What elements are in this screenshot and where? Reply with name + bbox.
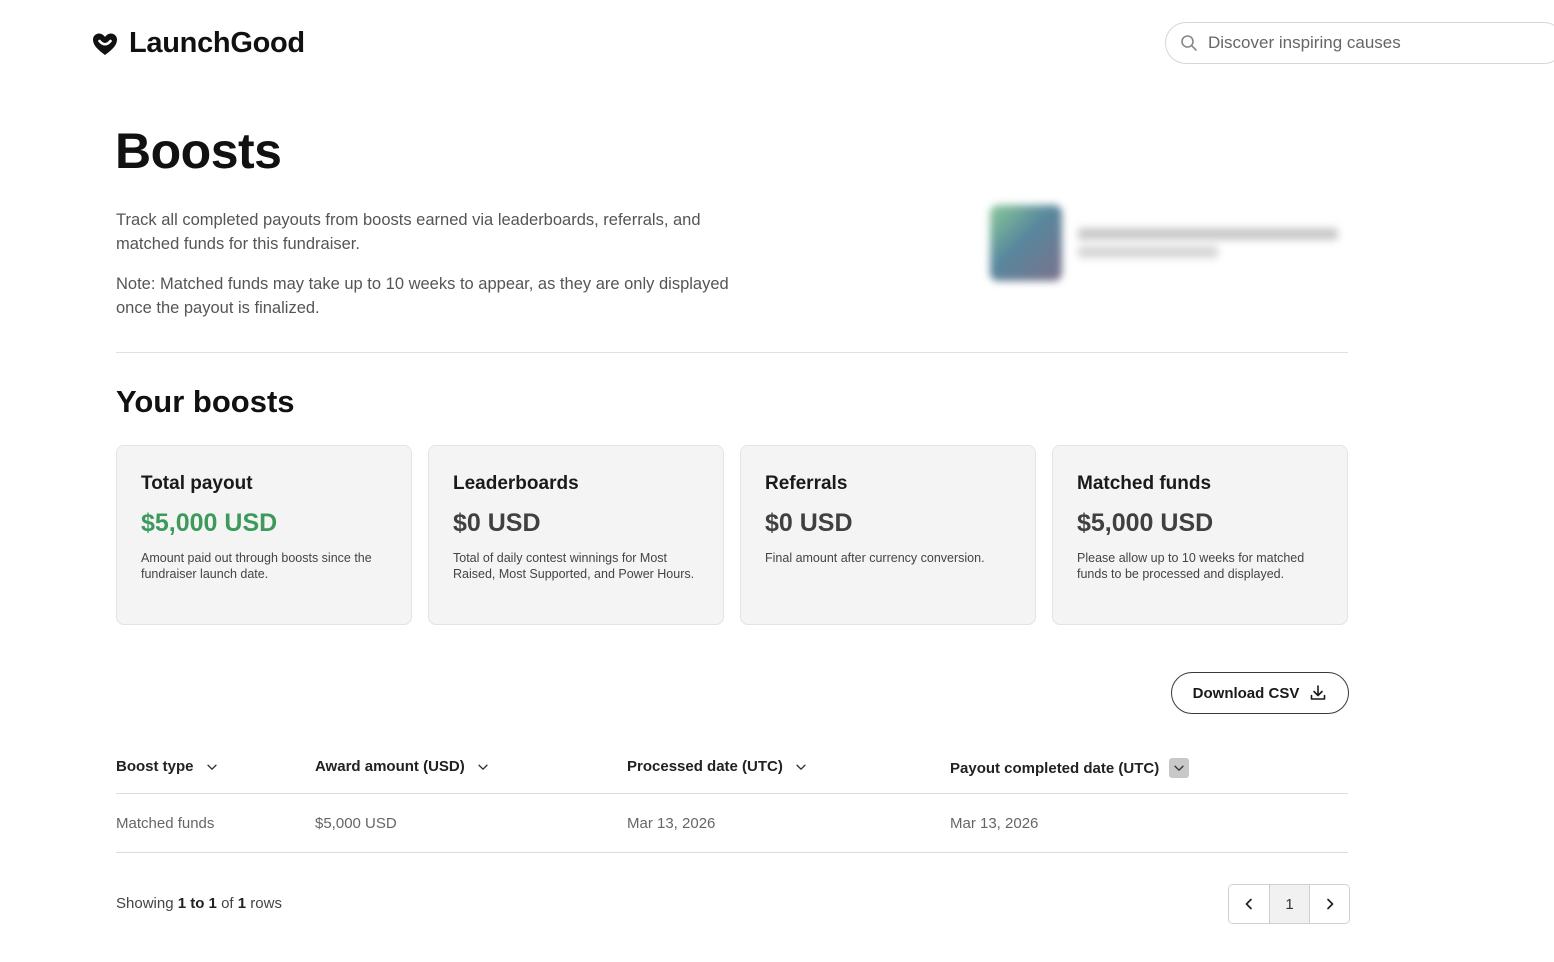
showing-of: of bbox=[216, 895, 238, 912]
intro-text: Track all completed payouts from boosts … bbox=[116, 211, 701, 253]
sort-award-amount[interactable]: Award amount (USD) bbox=[315, 758, 491, 775]
card-matched-funds: Matched funds $5,000 USD Please allow up… bbox=[1052, 445, 1348, 625]
page-intro: Track all completed payouts from boosts … bbox=[116, 208, 736, 320]
cell-payout-completed-date: Mar 13, 2026 bbox=[950, 815, 1039, 832]
section-divider bbox=[116, 352, 1348, 353]
card-description: Total of daily contest winnings for Most… bbox=[453, 551, 695, 581]
chevron-down-icon bbox=[475, 759, 491, 775]
cell-award-amount: $5,000 USD bbox=[315, 815, 397, 832]
heart-logo-icon bbox=[93, 33, 117, 55]
card-description: Please allow up to 10 weeks for matched … bbox=[1077, 551, 1305, 581]
showing-suffix: rows bbox=[246, 895, 282, 912]
sort-boost-type[interactable]: Boost type bbox=[116, 758, 220, 775]
table-row: Matched funds $5,000 USD Mar 13, 2026 Ma… bbox=[116, 794, 1348, 853]
next-page-button[interactable] bbox=[1309, 885, 1349, 923]
card-title: Leaderboards bbox=[453, 473, 579, 494]
card-total-payout: Total payout $5,000 USD Amount paid out … bbox=[116, 445, 412, 625]
sort-payout-completed-date[interactable]: Payout completed date (UTC) bbox=[950, 758, 1190, 778]
search-input[interactable] bbox=[1208, 33, 1508, 53]
card-referrals: Referrals $0 USD Final amount after curr… bbox=[740, 445, 1036, 625]
boosts-table: Boost type Award amount (USD) Processed … bbox=[116, 746, 1348, 853]
chevron-right-icon bbox=[1326, 898, 1333, 910]
page-number-button[interactable]: 1 bbox=[1269, 885, 1309, 923]
column-header-label: Boost type bbox=[116, 758, 194, 775]
brand-name: LaunchGood bbox=[129, 27, 305, 59]
campaign-thumbnail bbox=[990, 205, 1062, 281]
previous-page-button[interactable] bbox=[1229, 885, 1269, 923]
cell-boost-type: Matched funds bbox=[116, 815, 215, 832]
site-header: LaunchGood bbox=[0, 0, 1554, 86]
campaign-preview[interactable] bbox=[990, 203, 1350, 283]
card-value: $0 USD bbox=[765, 509, 853, 537]
boost-summary-cards: Total payout $5,000 USD Amount paid out … bbox=[116, 445, 1348, 625]
download-csv-button[interactable]: Download CSV bbox=[1171, 672, 1349, 714]
card-value: $5,000 USD bbox=[141, 509, 278, 537]
card-description: Final amount after currency conversion. bbox=[765, 551, 985, 565]
cell-processed-date: Mar 13, 2026 bbox=[627, 815, 716, 832]
page-title: Boosts bbox=[115, 123, 282, 179]
chevron-down-icon bbox=[793, 759, 809, 775]
campaign-title-blurred bbox=[1078, 228, 1338, 258]
card-title: Total payout bbox=[141, 473, 253, 494]
showing-prefix: Showing bbox=[116, 895, 178, 912]
search-bar[interactable] bbox=[1165, 22, 1554, 64]
table-header: Boost type Award amount (USD) Processed … bbox=[116, 746, 1348, 794]
card-description: Amount paid out through boosts since the… bbox=[141, 551, 372, 581]
your-boosts-heading: Your boosts bbox=[116, 384, 295, 419]
pagination: 1 bbox=[1228, 884, 1350, 924]
column-header-label: Award amount (USD) bbox=[315, 758, 465, 775]
download-csv-label: Download CSV bbox=[1192, 684, 1300, 702]
download-icon bbox=[1311, 685, 1326, 700]
sort-processed-date[interactable]: Processed date (UTC) bbox=[627, 758, 809, 775]
showing-total: 1 bbox=[237, 895, 247, 912]
card-title: Matched funds bbox=[1077, 473, 1212, 494]
card-leaderboards: Leaderboards $0 USD Total of daily conte… bbox=[428, 445, 724, 625]
brand-logo[interactable]: LaunchGood bbox=[91, 27, 305, 60]
column-header-label: Processed date (UTC) bbox=[627, 758, 783, 775]
card-title: Referrals bbox=[765, 473, 848, 494]
chevron-down-icon bbox=[1169, 758, 1190, 778]
rows-summary: Showing 1 to 1 of 1 rows bbox=[116, 895, 282, 912]
search-icon bbox=[1181, 35, 1197, 51]
showing-range: 1 to 1 bbox=[177, 895, 217, 912]
chevron-down-icon bbox=[204, 759, 220, 775]
card-value: $5,000 USD bbox=[1077, 509, 1214, 537]
column-header-label: Payout completed date (UTC) bbox=[950, 759, 1160, 777]
chevron-left-icon bbox=[1245, 898, 1252, 910]
note-text: Note: Matched funds may take up to 10 we… bbox=[116, 275, 729, 317]
card-value: $0 USD bbox=[453, 509, 541, 537]
